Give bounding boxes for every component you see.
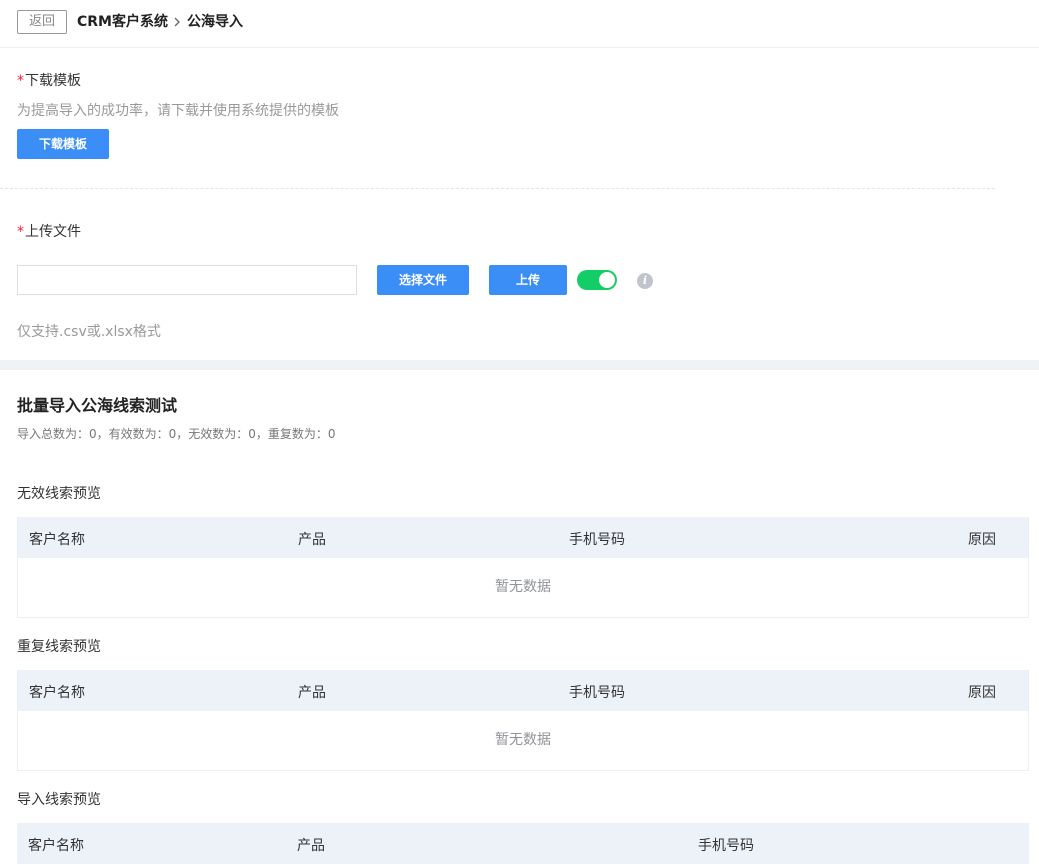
- column-header-customer-name: 客户名称: [29, 532, 85, 548]
- table-header: 客户名称 产品 手机号码 原因: [18, 517, 1028, 558]
- back-button[interactable]: 返回: [17, 10, 67, 34]
- file-path-input[interactable]: [17, 265, 357, 295]
- import-stats: 导入总数为：0，有效数为：0，无效数为：0，重复数为：0: [17, 427, 336, 441]
- choose-file-button[interactable]: 选择文件: [377, 265, 469, 295]
- download-template-button[interactable]: 下载模板: [17, 129, 109, 159]
- column-header-reason: 原因: [968, 685, 996, 701]
- section-separator: [0, 360, 1039, 370]
- column-header-phone: 手机号码: [698, 838, 754, 854]
- table-header: 客户名称 产品 手机号码: [17, 823, 1029, 864]
- breadcrumb-crm[interactable]: CRM客户系统: [77, 13, 168, 31]
- table-header: 客户名称 产品 手机号码 原因: [18, 670, 1028, 711]
- upload-file-label: *上传文件: [17, 224, 81, 240]
- breadcrumb-public-sea-import: 公海导入: [187, 14, 243, 30]
- empty-state: 暂无数据: [495, 732, 551, 748]
- duplicate-preview-title: 重复线索预览: [17, 639, 101, 655]
- invalid-preview-title: 无效线索预览: [17, 486, 101, 502]
- duplicate-preview-table: 客户名称 产品 手机号码 原因 暂无数据: [17, 670, 1029, 771]
- column-header-product: 产品: [298, 532, 326, 548]
- format-hint: 仅支持.csv或.xlsx格式: [17, 324, 161, 340]
- download-hint: 为提高导入的成功率，请下载并使用系统提供的模板: [17, 103, 339, 119]
- top-bar: 返回 CRM客户系统 公海导入: [0, 0, 1039, 48]
- column-header-reason: 原因: [968, 532, 996, 548]
- section-divider: [0, 188, 995, 189]
- column-header-customer-name: 客户名称: [29, 685, 85, 701]
- upload-toggle-switch[interactable]: [577, 270, 617, 290]
- download-template-label: *下载模板: [17, 73, 81, 89]
- column-header-phone: 手机号码: [569, 532, 625, 548]
- batch-title: 批量导入公海线索测试: [17, 396, 178, 415]
- column-header-phone: 手机号码: [569, 685, 625, 701]
- toggle-knob: [599, 272, 615, 288]
- empty-state: 暂无数据: [495, 579, 551, 595]
- import-preview-title: 导入线索预览: [17, 792, 101, 808]
- column-header-product: 产品: [298, 685, 326, 701]
- required-mark: *: [17, 73, 24, 89]
- column-header-customer-name: 客户名称: [28, 838, 84, 854]
- upload-button[interactable]: 上传: [489, 265, 567, 295]
- invalid-preview-table: 客户名称 产品 手机号码 原因 暂无数据: [17, 517, 1029, 618]
- chevron-right-icon: [174, 17, 180, 27]
- import-preview-table: 客户名称 产品 手机号码: [17, 823, 1029, 864]
- info-icon[interactable]: i: [637, 273, 653, 289]
- required-mark: *: [17, 224, 24, 240]
- column-header-product: 产品: [297, 838, 325, 854]
